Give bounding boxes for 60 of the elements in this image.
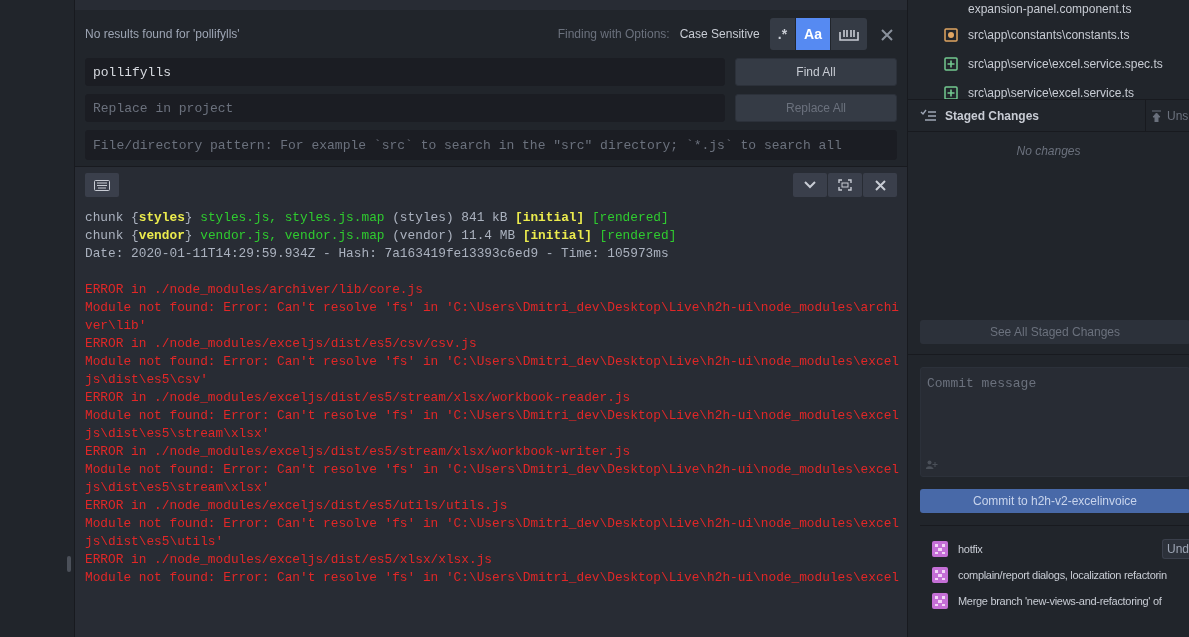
chevron-down-icon xyxy=(804,181,816,189)
undo-button[interactable]: Und xyxy=(1162,539,1189,559)
terminal-line: ERROR in ./node_modules/exceljs/dist/es5/stream/xlsx/workbook-writer.js xyxy=(85,443,632,461)
terminal-line: ver\lib' xyxy=(85,317,148,335)
find-all-button[interactable]: Find All xyxy=(735,58,897,86)
keyboard-icon xyxy=(94,179,110,191)
terminal-line: js\dist\es5\utils' xyxy=(85,533,225,551)
avatar-icon xyxy=(932,593,948,609)
avatar-icon xyxy=(932,541,948,557)
options-value: Case Sensitive xyxy=(679,26,760,43)
terminal-line: chunk {vendor} vendor.js, vendor.js.map (vendor) 11.4 MB [initial] [rendered] xyxy=(85,227,678,245)
terminal-line: js\dist\es5\csv' xyxy=(85,371,209,389)
path-pattern-field[interactable]: File/directory pattern: For example `src` to search in the "src" directory; `*.js` to search all xyxy=(85,130,897,160)
empty-message: No changes xyxy=(1015,143,1082,160)
commit-message[interactable]: Merge branch 'new-views-and-refactoring' of xyxy=(958,592,1189,610)
scrollbar-thumb[interactable] xyxy=(67,556,71,572)
whole-word-icon xyxy=(839,28,859,41)
commit-button[interactable]: Commit to h2h-v2-excelinvoice xyxy=(920,489,1189,513)
regex-toggle[interactable]: .* xyxy=(769,18,796,50)
terminal-line: js\dist\es5\stream\xlsx' xyxy=(85,425,271,443)
find-field[interactable]: pollifylls xyxy=(85,58,725,86)
commit-message-field[interactable]: Commit message xyxy=(920,367,1189,477)
terminal-line: js\dist\es5\stream\xlsx' xyxy=(85,479,271,497)
terminal-line: Module not found: Error: Can't resolve 'fs' in 'C:\Users\Dmitri_dev\Desktop\Live\h2h-ui\node_modules\excel xyxy=(85,461,897,479)
close-button[interactable] xyxy=(863,173,897,197)
terminal-line: ERROR in ./node_modules/exceljs/dist/es5/xlsx/xlsx.js xyxy=(85,551,493,569)
modified-icon xyxy=(944,27,958,42)
terminal-line: ERROR in ./node_modules/exceljs/dist/es5/csv/csv.js xyxy=(85,335,478,353)
terminal-line: Date: 2020-01-11T14:29:59.934Z - Hash: 7a163419fe13393c6ed9 - Time: 105973ms xyxy=(85,245,670,263)
terminal-line: ERROR in ./node_modules/exceljs/dist/es5/utils/utils.js xyxy=(85,497,509,515)
terminal-line: Module not found: Error: Can't resolve 'fs' in 'C:\Users\Dmitri_dev\Desktop\Live\h2h-ui\node_modules\excel xyxy=(85,407,897,425)
keyboard-button[interactable] xyxy=(85,173,119,197)
replace-field[interactable]: Replace in project xyxy=(85,94,725,122)
terminal-line: ERROR in ./node_modules/archiver/lib/core.js xyxy=(85,281,424,299)
terminal-line: ERROR in ./node_modules/exceljs/dist/es5/stream/xlsx/workbook-reader.js xyxy=(85,389,632,407)
whole-word-toggle[interactable] xyxy=(831,18,867,50)
close-icon xyxy=(881,29,893,42)
file-name[interactable]: src\app\service\excel.service.ts xyxy=(968,83,1135,99)
terminal-line: Module not found: Error: Can't resolve 'fs' in 'C:\Users\Dmitri_dev\Desktop\Live\h2h-ui\node_modules\excel xyxy=(85,569,897,587)
terminal-line: Module not found: Error: Can't resolve 'fs' in 'C:\Users\Dmitri_dev\Desktop\Live\h2h-ui\node_modules\excel xyxy=(85,515,897,533)
close-icon xyxy=(874,179,886,191)
file-name[interactable]: expansion-panel.component.ts xyxy=(968,0,1132,18)
section-title: Staged Changes xyxy=(945,107,1040,125)
avatar-icon xyxy=(932,567,948,583)
maximize-button[interactable] xyxy=(828,173,862,197)
checklist-icon xyxy=(920,108,937,123)
added-icon xyxy=(944,56,958,71)
options-label: Finding with Options: xyxy=(557,26,670,43)
terminal-line: chunk {styles} styles.js, styles.js.map (styles) 841 kB [initial] [rendered] xyxy=(85,209,670,227)
terminal-line: Module not found: Error: Can't resolve 'fs' in 'C:\Users\Dmitri_dev\Desktop\Live\h2h-ui\node_modules\archi xyxy=(85,299,897,317)
collapse-button[interactable] xyxy=(793,173,827,197)
file-name[interactable]: src\app\service\excel.service.spec.ts xyxy=(968,54,1163,73)
unstage-icon xyxy=(1152,109,1161,122)
maximize-icon xyxy=(838,179,852,191)
commit-message[interactable]: hotfix xyxy=(958,540,1152,558)
file-name[interactable]: src\app\constants\constants.ts xyxy=(968,25,1130,44)
commit-message[interactable]: complain/report dialogs, localization refactorin xyxy=(958,566,1189,584)
added-icon xyxy=(944,85,958,99)
terminal-line: Module not found: Error: Can't resolve 'fs' in 'C:\Users\Dmitri_dev\Desktop\Live\h2h-ui\node_modules\excel xyxy=(85,353,897,371)
search-status: No results found for 'pollifylls' xyxy=(85,26,241,43)
